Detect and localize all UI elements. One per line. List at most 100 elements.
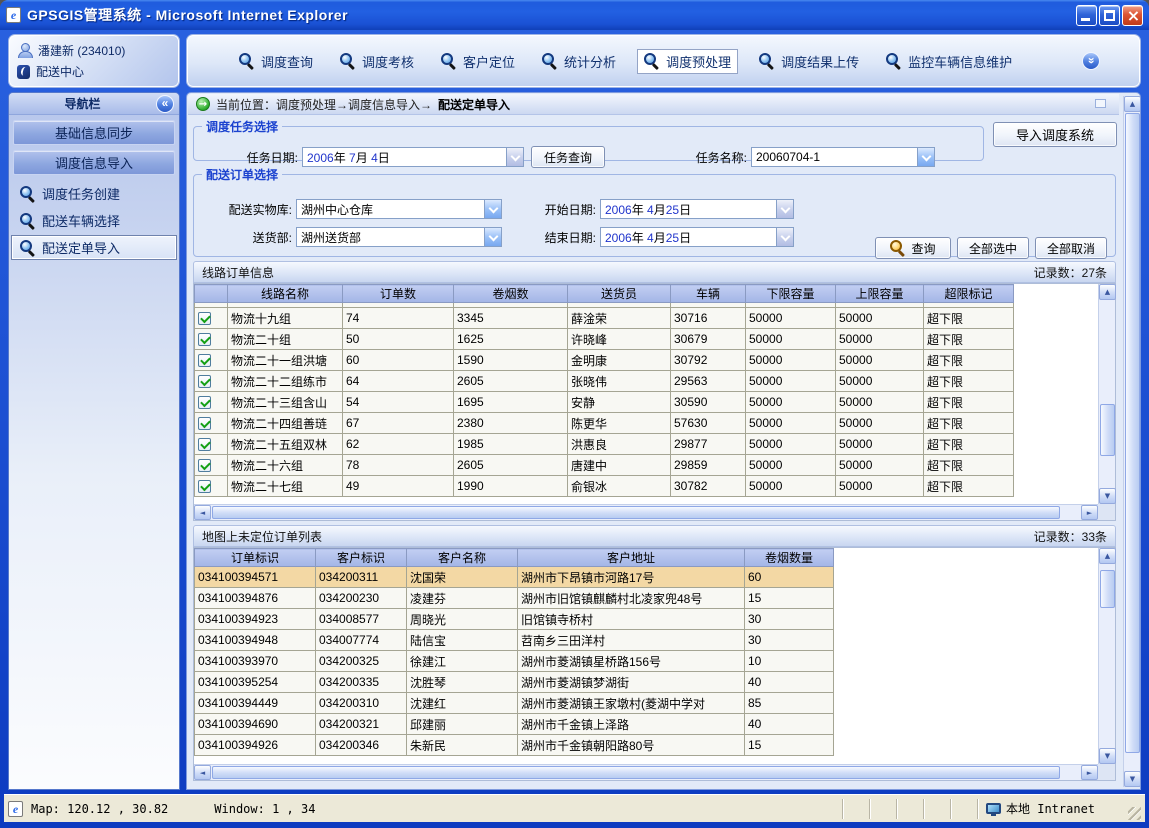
panel-collapse-button[interactable] [1095,99,1106,108]
status-zone-label: 本地 Intranet [1006,800,1095,817]
table-row[interactable]: 034100394571034200311沈国荣湖州市下昂镇市河路17号60 [195,567,1096,588]
end-date-combo[interactable]: 2006年 4月25日 [600,227,794,247]
start-date-label: 开始日期: [528,201,596,218]
column-header: 下限容量 [746,285,836,303]
maximize-button[interactable] [1099,5,1120,26]
scroll-up-button[interactable] [1099,548,1116,564]
close-button[interactable] [1122,5,1143,26]
row-checkbox[interactable] [198,459,211,472]
magnifier-icon [340,53,356,69]
scroll-thumb[interactable] [1100,570,1115,608]
table-row[interactable]: 物流二十三组含山541695安静305905000050000超下限 [195,392,1096,413]
row-checkbox[interactable] [198,438,211,451]
dropdown-arrow-icon[interactable] [776,200,793,218]
query-button[interactable]: 查询 [875,237,951,259]
row-checkbox[interactable] [198,375,211,388]
sidebar-group-button[interactable]: 调度信息导入 [13,150,175,175]
menu-item[interactable]: 调度预处理 [637,49,738,74]
sidebar-collapse-button[interactable] [156,95,174,113]
order-select-fieldset: 配送订单选择 配送实物库: 湖州中心仓库 开始日期: 2006年 4月25日 送… [193,166,1116,257]
sidebar-item[interactable]: 配送车辆选择 [11,208,177,233]
table-row[interactable]: 034100394449034200310沈建红湖州市菱湖镇王家墩村(菱湖中学对… [195,693,1096,714]
magnifier-icon [441,53,457,69]
table-cell: 湖州市千金镇上泽路 [518,714,745,735]
table-row[interactable]: 物流二十二组练市642605张晓伟295635000050000超下限 [195,371,1096,392]
table-row[interactable]: 物流二十六组782605唐建中298595000050000超下限 [195,455,1096,476]
dropdown-arrow-icon[interactable] [776,228,793,246]
table-row[interactable]: 物流十九组743345薛淦荣307165000050000超下限 [195,308,1096,329]
table-cell: 2380 [454,413,568,434]
scroll-down-button[interactable] [1099,488,1116,504]
toolbar-collapse-button[interactable] [1082,52,1100,70]
route-table-hscrollbar[interactable] [194,504,1098,520]
table-cell: 唐建中 [568,455,671,476]
breadcrumb-path: 当前位置：调度预处理→调度信息导入→ [216,96,432,113]
unlocated-table-hscrollbar[interactable] [194,764,1098,780]
dropdown-arrow-icon[interactable] [506,148,523,166]
table-row[interactable]: 物流二十五组双林621985洪惠良298775000050000超下限 [195,434,1096,455]
row-checkbox[interactable] [198,417,211,430]
minimize-button[interactable] [1076,5,1097,26]
user-panel: 潘建新 (234010) 配送中心 [8,34,180,88]
sidebar-item[interactable]: 配送定单导入 [11,235,177,260]
scroll-thumb[interactable] [212,506,1060,519]
table-row[interactable]: 物流二十七组491990俞银冰307825000050000超下限 [195,476,1096,497]
scroll-right-button[interactable] [1081,765,1098,780]
import-dispatch-button[interactable]: 导入调度系统 [993,122,1117,147]
content-vscrollbar[interactable] [1123,96,1140,787]
delivery-dept-combo[interactable]: 湖州送货部 [296,227,502,247]
warehouse-combo[interactable]: 湖州中心仓库 [296,199,502,219]
dropdown-arrow-icon[interactable] [917,148,934,166]
scroll-thumb[interactable] [1100,404,1115,456]
table-cell: 034100394923 [195,609,316,630]
table-row[interactable]: 034100393970034200325徐建江湖州市菱湖镇星桥路156号10 [195,651,1096,672]
row-checkbox[interactable] [198,480,211,493]
row-checkbox[interactable] [198,333,211,346]
dropdown-arrow-icon[interactable] [484,228,501,246]
sidebar-item[interactable]: 调度任务创建 [11,181,177,206]
menu-item[interactable]: 调度查询 [233,49,319,74]
column-header: 车辆 [671,285,746,303]
table-row[interactable]: 034100394926034200346朱新民湖州市千金镇朝阳路80号15 [195,735,1096,756]
row-checkbox[interactable] [198,354,211,367]
select-all-button[interactable]: 全部选中 [957,237,1029,259]
scroll-up-button[interactable] [1099,284,1116,300]
task-date-combo[interactable]: 2006年 7月 4日 [302,147,524,167]
unlocated-table-vscrollbar[interactable] [1098,548,1115,764]
table-cell: 湖州市菱湖镇星桥路156号 [518,651,745,672]
task-name-combo[interactable]: 20060704-1 [751,147,935,167]
table-row[interactable]: 034100394948034007774陆信宝苕南乡三田洋村30 [195,630,1096,651]
scroll-left-button[interactable] [194,765,211,780]
scroll-thumb[interactable] [1125,113,1140,753]
scroll-down-button[interactable] [1099,748,1116,764]
table-cell: 50000 [746,371,836,392]
menu-item[interactable]: 调度考核 [334,49,420,74]
dropdown-arrow-icon[interactable] [484,200,501,218]
task-query-button[interactable]: 任务查询 [531,146,605,168]
table-cell: 50000 [746,476,836,497]
deselect-all-button[interactable]: 全部取消 [1035,237,1107,259]
row-checkbox[interactable] [198,312,211,325]
resize-grip[interactable] [1128,807,1141,820]
scroll-down-button[interactable] [1124,771,1141,787]
sidebar-group-button[interactable]: 基础信息同步 [13,120,175,145]
table-row[interactable]: 物流二十一组洪塘601590金明康307925000050000超下限 [195,350,1096,371]
table-row[interactable]: 物流二十组501625许晓峰306795000050000超下限 [195,329,1096,350]
table-row[interactable]: 034100394876034200230凌建芬湖州市旧馆镇麒麟村北凌家兜48号… [195,588,1096,609]
route-table-vscrollbar[interactable] [1098,284,1115,504]
scroll-up-button[interactable] [1124,96,1141,112]
scroll-thumb[interactable] [212,766,1060,779]
table-row[interactable]: 034100394690034200321邱建丽湖州市千金镇上泽路40 [195,714,1096,735]
scroll-left-button[interactable] [194,505,211,520]
menu-item[interactable]: 客户定位 [435,49,521,74]
menu-item[interactable]: 监控车辆信息维护 [880,49,1018,74]
scroll-right-button[interactable] [1081,505,1098,520]
row-checkbox[interactable] [198,396,211,409]
table-row[interactable]: 034100395254034200335沈胜琴湖州市菱湖镇梦湖街40 [195,672,1096,693]
table-row[interactable]: 物流二十四组善琏672380陈更华576305000050000超下限 [195,413,1096,434]
menu-item[interactable]: 调度结果上传 [753,49,865,74]
start-date-combo[interactable]: 2006年 4月25日 [600,199,794,219]
table-row[interactable]: 034100394923034008577周晓光旧馆镇寺桥村30 [195,609,1096,630]
menu-item[interactable]: 统计分析 [536,49,622,74]
table-cell: 30716 [671,308,746,329]
